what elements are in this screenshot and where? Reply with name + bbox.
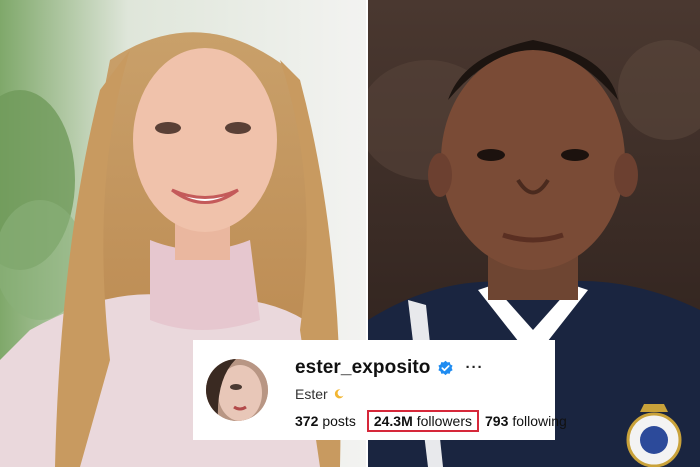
following-label: following [512,413,567,429]
followers-label: followers [416,413,472,429]
verified-badge-icon [437,360,453,375]
profile-avatar[interactable] [206,359,268,421]
stat-posts[interactable]: 372 posts [295,413,356,429]
followers-count: 24.3M [373,413,413,429]
posts-label: posts [322,413,356,429]
username-row: ester_exposito ··· [295,357,484,379]
stat-following[interactable]: 793 following [485,413,567,429]
posts-count: 372 [295,413,319,429]
crescent-moon-icon [334,389,344,399]
profile-card: ester_exposito ··· Ester 372 posts 24.3M… [193,340,567,440]
display-name-row: Ester [295,386,345,402]
stat-followers[interactable]: 24.3M followers [366,410,479,432]
following-count: 793 [485,413,509,429]
profile-username[interactable]: ester_exposito [295,357,431,379]
profile-stats: 372 posts 24.3M followers 793 following [295,410,567,432]
profile-display-name: Ester [295,386,328,402]
more-options-icon[interactable]: ··· [466,360,484,375]
